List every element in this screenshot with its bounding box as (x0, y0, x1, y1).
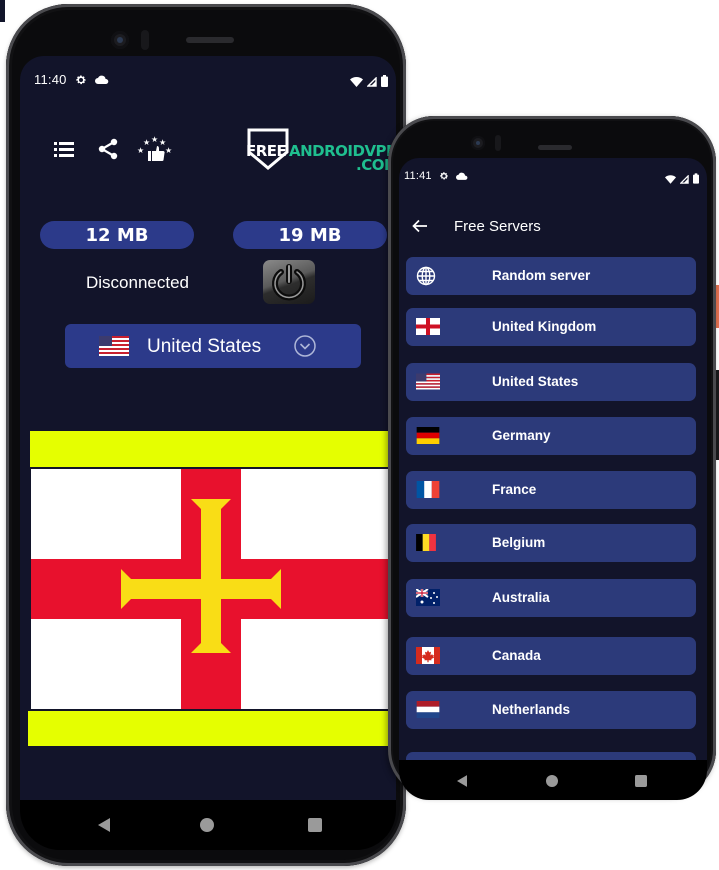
server-item-united-states[interactable]: United States (406, 363, 696, 401)
main-screen: 11:40 ★ ★ ★ ★ ★ FREE ANDROIDVPN .COM 12 … (20, 56, 396, 800)
status-indicators (350, 74, 388, 92)
earpiece-speaker (186, 37, 234, 43)
sensor (495, 135, 501, 151)
us-flag (99, 336, 129, 361)
status-time: 11:40 (34, 72, 67, 87)
wifi-icon (350, 74, 363, 92)
wifi-icon (665, 171, 676, 189)
netherlands-flag (416, 701, 440, 718)
download-usage-pill: 12 MB (40, 221, 194, 249)
signal-icon (679, 171, 689, 189)
cloud-icon (455, 172, 468, 180)
banner-bottom-stripe (28, 711, 390, 746)
belgium-flag (416, 534, 440, 551)
server-label: United States (492, 374, 579, 389)
server-item-germany[interactable]: Germany (406, 417, 696, 455)
server-item-netherlands[interactable]: Netherlands (406, 691, 696, 729)
svg-text:★: ★ (151, 135, 158, 144)
upload-usage-pill: 19 MB (233, 221, 387, 249)
cloud-icon (94, 75, 109, 84)
recents-icon[interactable] (308, 818, 322, 837)
back-icon[interactable] (98, 818, 110, 837)
guernsey-flag (31, 469, 392, 709)
servers-screen: 11:41 Free Servers Random server United … (399, 158, 707, 760)
arrow-left-icon[interactable] (412, 219, 428, 238)
main-nav-bar (20, 800, 396, 850)
selected-country-name: United States (147, 336, 262, 357)
front-camera (471, 136, 485, 150)
france-flag (416, 481, 440, 498)
home-icon[interactable] (200, 818, 214, 837)
server-item-belgium[interactable]: Belgium (406, 524, 696, 562)
corner-mark (0, 0, 5, 22)
server-item-random[interactable]: Random server (406, 257, 696, 295)
server-item-partial[interactable] (406, 752, 696, 760)
front-camera (111, 31, 129, 49)
server-label: Canada (492, 648, 541, 663)
germany-flag (416, 427, 440, 444)
power-button[interactable] (263, 260, 315, 304)
banner-top-stripe (30, 431, 392, 467)
settings-gear-icon (439, 171, 449, 181)
back-icon[interactable] (457, 774, 467, 792)
server-label: Belgium (492, 535, 546, 550)
signal-icon (366, 74, 377, 92)
england-flag (416, 318, 440, 335)
server-item-united-kingdom[interactable]: United Kingdom (406, 308, 696, 346)
list-icon[interactable] (54, 140, 78, 164)
servers-nav-bar (399, 760, 707, 800)
server-item-canada[interactable]: Canada (406, 637, 696, 675)
battery-icon (381, 74, 388, 92)
server-label: United Kingdom (492, 319, 597, 334)
rate-stars-thumbs-up-icon[interactable]: ★ ★ ★ ★ ★ (136, 134, 172, 164)
sensor (141, 30, 149, 50)
home-icon[interactable] (546, 774, 558, 792)
chevron-down-circle-icon[interactable] (293, 334, 317, 363)
australia-flag (415, 588, 440, 606)
app-logo: FREE ANDROIDVPN .COM (240, 126, 396, 176)
recents-icon[interactable] (635, 774, 647, 792)
canada-flag (416, 647, 440, 664)
server-label: France (492, 482, 537, 497)
share-icon[interactable] (98, 138, 122, 162)
page-title: Free Servers (454, 218, 541, 235)
country-selector[interactable]: United States (65, 324, 361, 368)
server-label: Germany (492, 428, 551, 443)
svg-text:★: ★ (165, 146, 172, 155)
upload-usage-value: 19 MB (278, 224, 342, 246)
globe-icon (416, 266, 440, 286)
connection-status: Disconnected (86, 273, 190, 292)
download-usage-value: 12 MB (85, 224, 149, 246)
server-label: Australia (492, 590, 550, 605)
earpiece-speaker (538, 145, 572, 150)
battery-icon (693, 171, 699, 189)
settings-gear-icon (75, 74, 87, 86)
power-icon (272, 264, 306, 301)
status-bar: 11:41 (404, 170, 468, 182)
server-label: Netherlands (492, 702, 571, 717)
us-flag (416, 373, 440, 390)
server-item-australia[interactable]: Australia (406, 579, 696, 617)
status-indicators (665, 171, 699, 189)
logo-free: FREE (246, 142, 287, 160)
svg-text:★: ★ (137, 146, 144, 155)
status-bar: 11:40 (34, 72, 109, 87)
main-phone-frame: 11:40 ★ ★ ★ ★ ★ FREE ANDROIDVPN .COM 12 … (6, 4, 406, 866)
server-item-france[interactable]: France (406, 471, 696, 509)
status-time: 11:41 (404, 170, 432, 182)
server-label: Random server (492, 268, 591, 283)
